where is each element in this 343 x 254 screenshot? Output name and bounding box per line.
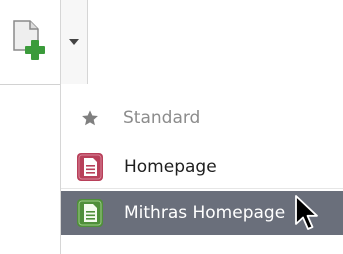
- menu-item-label: Homepage: [124, 157, 217, 177]
- new-page-split-button: [0, 0, 88, 84]
- new-document-plus-icon: [13, 20, 45, 60]
- toolbar: [0, 0, 343, 85]
- new-page-dropdown-menu: Standard Homepage Mithras Homepage: [60, 84, 343, 254]
- menu-item-standard[interactable]: Standard: [61, 96, 343, 140]
- menu-item-label: Mithras Homepage: [124, 203, 286, 223]
- menu-item-homepage[interactable]: Homepage: [61, 145, 343, 189]
- star-icon: [82, 110, 98, 126]
- page-doc-icon: [77, 153, 103, 181]
- new-page-dropdown-button[interactable]: [60, 0, 88, 84]
- menu-item-label: Standard: [123, 108, 201, 128]
- page-doc-icon: [77, 199, 103, 227]
- new-page-button[interactable]: [0, 0, 60, 84]
- menu-item-mithras-homepage[interactable]: Mithras Homepage: [61, 191, 343, 235]
- chevron-down-icon: [69, 39, 79, 45]
